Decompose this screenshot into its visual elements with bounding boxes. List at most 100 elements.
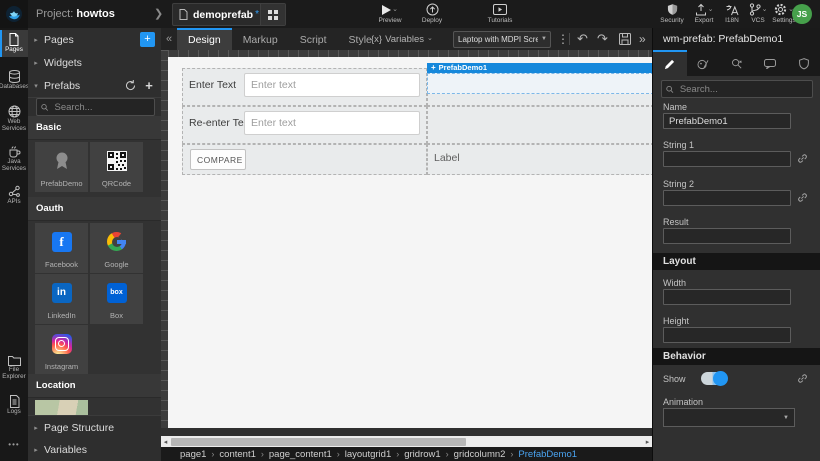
- link-icon: [797, 153, 808, 164]
- linkedin-label: LinkedIn: [47, 311, 75, 320]
- string1-bind-button[interactable]: [796, 152, 809, 165]
- expand-right-panel-button[interactable]: »: [639, 28, 646, 50]
- breadcrumb-gridrow1[interactable]: gridrow1: [404, 449, 440, 460]
- save-button[interactable]: [619, 28, 631, 50]
- breadcrumb-page1[interactable]: page1: [180, 449, 206, 460]
- grid-cell[interactable]: COMPARE: [182, 144, 427, 175]
- prefab-search-input[interactable]: [53, 101, 155, 114]
- sidebar-item-web-services[interactable]: Web Services: [0, 105, 28, 132]
- vcs-label: VCS: [751, 17, 764, 24]
- prefab-search[interactable]: [36, 98, 155, 116]
- breadcrumb-separator: ›: [510, 449, 513, 459]
- property-search[interactable]: [661, 80, 813, 98]
- string2-bind-button[interactable]: [796, 191, 809, 204]
- selected-widget-header[interactable]: + PrefabDemo1: [427, 63, 652, 73]
- sidebar-item-file-explorer[interactable]: File Explorer: [0, 355, 28, 380]
- show-toggle[interactable]: [701, 372, 727, 385]
- section-prefabs[interactable]: ▾ Prefabs +: [28, 74, 161, 98]
- apis-rail-label: APIs: [7, 199, 20, 206]
- name-property-label: Name: [663, 102, 687, 112]
- tab-dialogs[interactable]: [754, 50, 788, 76]
- scroll-right-arrow[interactable]: ▸: [643, 438, 652, 446]
- grid-cell[interactable]: Label: [427, 144, 652, 175]
- selected-prefab-widget[interactable]: [427, 73, 652, 94]
- tab-design[interactable]: Design: [177, 28, 232, 50]
- sidebar-item-apis[interactable]: APIs: [0, 185, 28, 206]
- height-property-input[interactable]: [663, 327, 791, 343]
- grid-cell[interactable]: Enter Text: [182, 68, 427, 106]
- section-prefabs-label: Prefabs: [44, 80, 123, 92]
- open-page-selector[interactable]: demoprefab *: [172, 3, 286, 26]
- scroll-left-arrow[interactable]: ◂: [161, 438, 170, 446]
- design-canvas[interactable]: Enter Text + PrefabDemo1 Re-enter Text: [168, 57, 652, 428]
- tab-inspect[interactable]: [720, 50, 754, 76]
- preview-button[interactable]: ⌄ Preview: [370, 3, 410, 27]
- prefab-tile-box[interactable]: box Box: [90, 274, 143, 324]
- name-property-input[interactable]: [663, 113, 791, 129]
- undo-button[interactable]: ↶: [577, 28, 588, 50]
- tab-script[interactable]: Script: [289, 28, 338, 50]
- section-pages[interactable]: ▸ Pages +: [28, 28, 161, 52]
- wavemaker-logo[interactable]: [0, 0, 28, 28]
- width-property-input[interactable]: [663, 289, 791, 305]
- project-breadcrumb[interactable]: Project: howtos: [36, 8, 115, 20]
- sidebar-item-java-services[interactable]: Java Services: [0, 145, 28, 172]
- deploy-button[interactable]: Deploy: [412, 3, 452, 27]
- add-page-button[interactable]: +: [140, 32, 155, 47]
- property-search-input[interactable]: [678, 83, 812, 96]
- top-bar: Project: howtos ❯ demoprefab * ⌄ Preview: [0, 0, 820, 29]
- grid-cell[interactable]: Re-enter Text: [182, 106, 427, 144]
- add-prefab-button[interactable]: +: [142, 79, 156, 93]
- collapse-left-panel-button[interactable]: «: [161, 28, 177, 50]
- animation-select[interactable]: ▼: [663, 408, 795, 427]
- tab-markup[interactable]: Markup: [232, 28, 289, 50]
- chevron-down-icon: ⌄: [427, 36, 433, 42]
- tutorials-button[interactable]: Tutorials: [480, 3, 520, 27]
- text-input-2[interactable]: [244, 111, 420, 135]
- text-input-1[interactable]: [244, 73, 420, 97]
- prefab-tile-qrcode[interactable]: QRCode: [90, 142, 143, 192]
- breadcrumb-content1[interactable]: content1: [219, 449, 255, 460]
- prefab-tile-google[interactable]: Google: [90, 223, 143, 273]
- rail-more-button[interactable]: •••: [0, 440, 28, 449]
- breadcrumb-separator: ›: [211, 449, 214, 459]
- prefab-tile-instagram[interactable]: Instagram: [35, 325, 88, 375]
- prefab-tile-linkedin[interactable]: in LinkedIn: [35, 274, 88, 324]
- section-variables[interactable]: ▸ Variables: [28, 438, 161, 461]
- section-widgets[interactable]: ▸ Widgets: [28, 51, 161, 75]
- user-avatar[interactable]: JS: [792, 4, 812, 24]
- canvas-options-kebab[interactable]: ⋮: [557, 28, 569, 50]
- prefab-tile-prefabdemo[interactable]: PrefabDemo: [35, 142, 88, 192]
- string1-property-input[interactable]: [663, 151, 791, 167]
- scrollbar-thumb[interactable]: [171, 438, 466, 446]
- compare-button[interactable]: COMPARE: [190, 149, 246, 170]
- tab-styles[interactable]: [687, 50, 721, 76]
- facebook-label: Facebook: [45, 260, 78, 269]
- breadcrumb-gridcolumn2[interactable]: gridcolumn2: [454, 449, 506, 460]
- tab-properties[interactable]: [653, 50, 687, 76]
- section-page-structure[interactable]: ▸ Page Structure: [28, 415, 161, 440]
- label-widget[interactable]: Label: [434, 152, 460, 164]
- refresh-prefabs-button[interactable]: [123, 79, 137, 93]
- breadcrumb-page-content1[interactable]: page_content1: [269, 449, 332, 460]
- properties-panel: wm-prefab: PrefabDemo1: [652, 28, 820, 461]
- page-grid-button[interactable]: [260, 4, 285, 25]
- tab-security[interactable]: [787, 50, 820, 76]
- prefab-tile-location-map[interactable]: [35, 400, 88, 415]
- device-select[interactable]: Laptop with MDPI Screen ▼: [453, 31, 551, 48]
- string2-property-input[interactable]: [663, 190, 791, 206]
- sidebar-item-pages[interactable]: Pages: [0, 30, 28, 57]
- sidebar-item-databases[interactable]: Databases: [0, 70, 28, 91]
- redo-button[interactable]: ↷: [597, 28, 608, 50]
- breadcrumb-prefabdemo1[interactable]: PrefabDemo1: [518, 449, 577, 460]
- horizontal-ruler: [168, 50, 652, 57]
- grid-cell[interactable]: [427, 106, 652, 144]
- variables-dropdown[interactable]: {x} Variables ⌄: [371, 28, 433, 50]
- show-bind-button[interactable]: [796, 372, 809, 385]
- deploy-icon: [426, 3, 439, 16]
- breadcrumb-layoutgrid1[interactable]: layoutgrid1: [345, 449, 391, 460]
- project-name: howtos: [76, 8, 115, 20]
- sidebar-item-logs[interactable]: Logs: [0, 395, 28, 416]
- prefab-tile-facebook[interactable]: f Facebook: [35, 223, 88, 273]
- result-property-input[interactable]: [663, 228, 791, 244]
